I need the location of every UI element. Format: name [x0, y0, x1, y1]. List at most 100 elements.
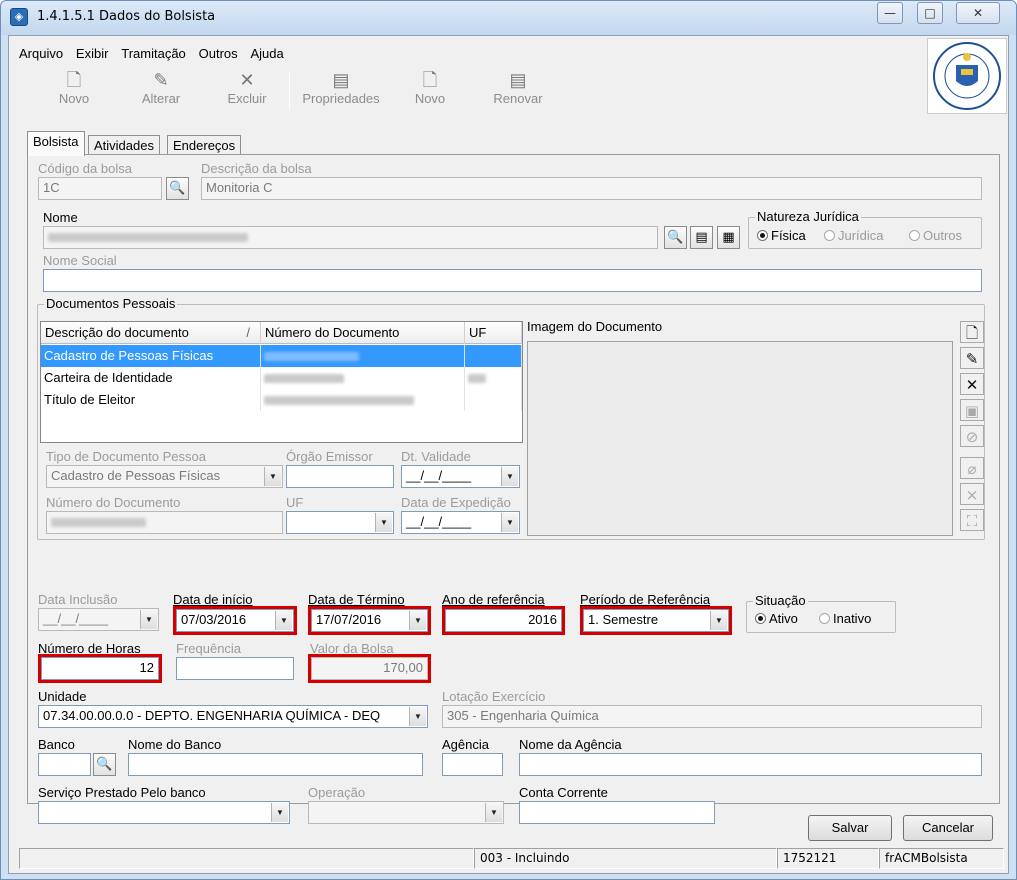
radio-ativo[interactable]: Ativo — [755, 611, 798, 626]
toolbar-excluir-button[interactable]: ✕ Excluir — [219, 69, 275, 115]
orgao-emissor-field[interactable] — [286, 465, 394, 488]
calendar-nome-button[interactable]: ▦ — [717, 226, 740, 249]
edit-image-button[interactable]: ✎ — [960, 347, 984, 369]
banco-field[interactable] — [38, 753, 91, 776]
conta-corrente-label: Conta Corrente — [519, 785, 608, 800]
chevron-down-icon: ▼ — [275, 611, 292, 630]
imagem-documento-area[interactable] — [527, 341, 953, 536]
operacao-select: ▼ — [308, 801, 504, 824]
chevron-down-icon: ▼ — [264, 467, 281, 486]
toolbar-novo-button[interactable]: 🗋 Novo — [49, 69, 99, 115]
tipo-documento-select: Cadastro de Pessoas Físicas ▼ — [46, 465, 283, 488]
delete-image-button[interactable]: ✕ — [960, 373, 984, 395]
periodo-referencia-select[interactable]: 1. Semestre ▼ — [583, 609, 729, 632]
maximize-button[interactable]: □ — [917, 2, 943, 24]
numero-horas-field[interactable]: 12 — [41, 657, 159, 680]
tab-bolsista[interactable]: Bolsista — [27, 131, 85, 156]
cell-uf — [465, 367, 522, 389]
search-banco-button[interactable]: 🔍 — [93, 753, 116, 776]
tab-atividades[interactable]: Atividades — [88, 135, 160, 156]
toolbar-propriedades-button[interactable]: ▤ Propriedades — [297, 69, 385, 115]
table-row[interactable]: Cadastro de Pessoas Físicas — [41, 345, 522, 367]
menu-outros[interactable]: Outros — [199, 46, 238, 61]
column-header-descricao[interactable]: Descrição do documento / — [41, 322, 261, 344]
radio-label: Física — [771, 228, 806, 243]
toolbar-alterar-button[interactable]: ✎ Alterar — [131, 69, 191, 115]
situacao-label: Situação — [753, 593, 808, 608]
salvar-button[interactable]: Salvar — [808, 815, 892, 841]
redacted-text — [264, 396, 414, 406]
date-value: 07/03/2016 — [181, 612, 247, 627]
cancel-image-button[interactable]: ⊘ — [960, 425, 984, 447]
attach-image-button[interactable]: ⌀ — [960, 457, 984, 479]
cancelar-button[interactable]: Cancelar — [903, 815, 993, 841]
descricao-bolsa-field: Monitoria C — [201, 177, 982, 200]
servico-banco-label: Serviço Prestado Pelo banco — [38, 785, 206, 800]
uf-select[interactable]: ▼ — [286, 511, 394, 534]
chevron-down-icon: ▼ — [710, 611, 727, 630]
menu-arquivo[interactable]: Arquivo — [19, 46, 63, 61]
properties-nome-button[interactable]: ▤ — [690, 226, 713, 249]
data-inicio-field[interactable]: 07/03/2016 ▼ — [176, 609, 294, 632]
agencia-field[interactable] — [442, 753, 503, 776]
frequencia-label: Frequência — [176, 641, 242, 656]
conta-corrente-field[interactable] — [519, 801, 715, 824]
radio-inativo[interactable]: Inativo — [819, 611, 871, 626]
natureza-juridica-group: Natureza Jurídica Física Jurídica Outros — [748, 209, 982, 249]
tab-enderecos[interactable]: Endereços — [167, 135, 242, 156]
data-inicio-label: Data de início — [173, 592, 253, 607]
client-area: Arquivo Exibir Tramitação Outros Ajuda 🗋… — [8, 35, 1009, 874]
search-bolsa-button[interactable]: 🔍 — [166, 177, 189, 200]
expand-image-button[interactable]: ⛶ — [960, 509, 984, 531]
lotacao-exercicio-field: 305 - Engenharia Química — [442, 705, 982, 728]
column-header-uf[interactable]: UF — [465, 322, 522, 344]
valor-bolsa-field: 170,00 — [311, 657, 428, 680]
attach-icon: ⌀ — [967, 460, 977, 478]
menu-tramitacao[interactable]: Tramitação — [121, 46, 186, 61]
university-logo — [927, 38, 1007, 114]
validade-field[interactable]: __/__/____ ▼ — [401, 465, 520, 488]
data-termino-field[interactable]: 17/07/2016 ▼ — [311, 609, 428, 632]
descricao-bolsa-label: Descrição da bolsa — [201, 161, 312, 176]
table-row[interactable]: Título de Eleitor — [41, 389, 522, 411]
menu-ajuda[interactable]: Ajuda — [250, 46, 283, 61]
properties-icon: ▤ — [332, 70, 350, 90]
unidade-select[interactable]: 07.34.00.00.0.0 - DEPTO. ENGENHARIA QUÍM… — [38, 705, 428, 728]
minimize-button[interactable]: — — [877, 2, 903, 24]
radio-fisica[interactable]: Física — [757, 228, 806, 243]
documentos-table[interactable]: Descrição do documento / Número do Docume… — [40, 321, 523, 443]
nome-agencia-field[interactable] — [519, 753, 982, 776]
frequencia-field[interactable] — [176, 657, 294, 680]
ano-referencia-field[interactable]: 2016 — [445, 609, 562, 632]
servico-banco-select[interactable]: ▼ — [38, 801, 290, 824]
menu-exibir[interactable]: Exibir — [76, 46, 109, 61]
save-image-button[interactable]: ▣ — [960, 399, 984, 421]
tipo-documento-label: Tipo de Documento Pessoa — [46, 449, 206, 464]
numero-horas-label: Número de Horas — [38, 641, 141, 656]
nome-social-field[interactable] — [43, 269, 982, 292]
radio-juridica[interactable]: Jurídica — [824, 228, 884, 243]
edit-icon: ✎ — [153, 70, 169, 90]
search-icon: 🔍 — [667, 230, 684, 245]
toolbar-renovar-button[interactable]: ▤ Renovar — [487, 69, 549, 115]
delete-icon: ✕ — [965, 376, 979, 394]
expedicao-field[interactable]: __/__/____ ▼ — [401, 511, 520, 534]
cell-numero — [261, 389, 465, 411]
date-value: __/__/____ — [406, 514, 472, 529]
radio-icon — [757, 230, 768, 241]
table-row[interactable]: Carteira de Identidade — [41, 367, 522, 389]
main-window: ◈ 1.4.1.5.1 Dados do Bolsista — □ ✕ Arqu… — [0, 0, 1017, 880]
toolbar-novo-2-button[interactable]: 🗋 Novo — [405, 69, 455, 115]
app-icon: ◈ — [10, 8, 28, 26]
radio-outros[interactable]: Outros — [909, 228, 962, 243]
column-header-numero[interactable]: Número do Documento — [261, 322, 465, 344]
nome-banco-field[interactable] — [128, 753, 423, 776]
remove-attachment-button[interactable]: ⨯ — [960, 483, 984, 505]
close-button[interactable]: ✕ — [956, 2, 1000, 24]
search-nome-button[interactable]: 🔍 — [664, 226, 687, 249]
cell-uf — [465, 345, 522, 367]
operacao-label: Operação — [308, 785, 366, 800]
new-image-button[interactable]: 🗋 — [960, 321, 984, 343]
chevron-down-icon: ▼ — [271, 803, 288, 822]
radio-icon — [819, 613, 830, 624]
